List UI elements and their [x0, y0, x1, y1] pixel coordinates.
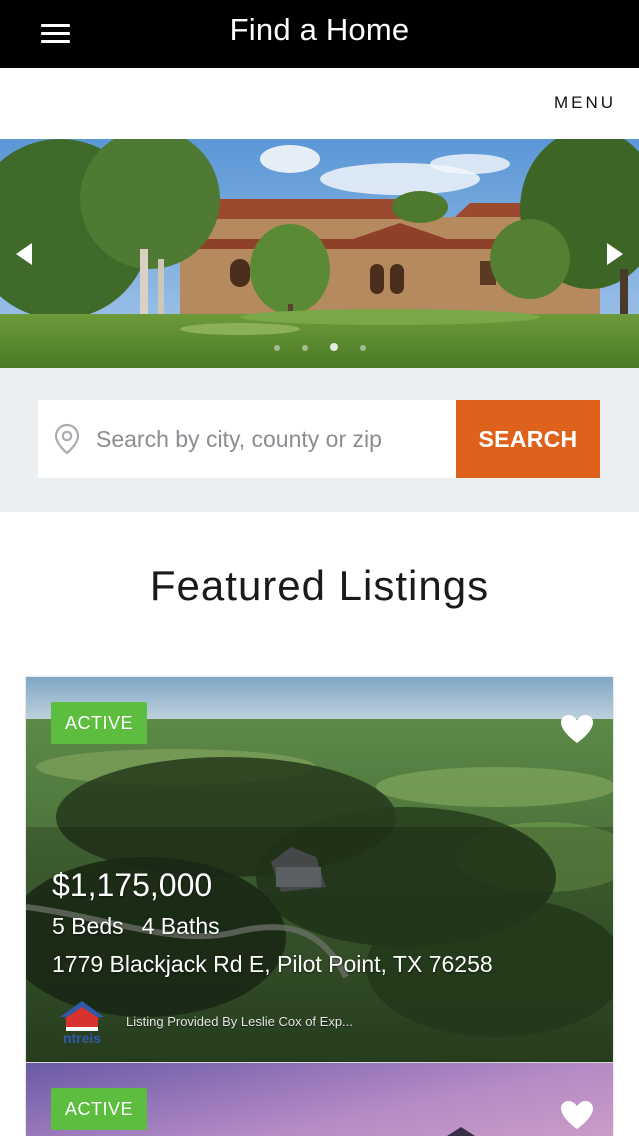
- app-bar: Find a Home: [0, 0, 639, 68]
- menu-link[interactable]: MENU: [554, 93, 616, 113]
- search-box: [38, 400, 456, 478]
- heart-icon[interactable]: [559, 713, 595, 745]
- carousel-dot[interactable]: [301, 345, 308, 351]
- listing-provider: Listing Provided By Leslie Cox of Exp...: [126, 1014, 353, 1029]
- chevron-left-icon[interactable]: [12, 241, 36, 267]
- hero-image: [0, 139, 639, 368]
- heart-icon[interactable]: [559, 1099, 595, 1131]
- ntreis-logo-graphic: ntreis: [60, 1001, 104, 1046]
- search-button[interactable]: SEARCH: [456, 400, 600, 478]
- app-title: Find a Home: [229, 12, 410, 47]
- hero-carousel[interactable]: [0, 139, 639, 368]
- menu-strip: MENU: [0, 68, 639, 139]
- status-badge: ACTIVE: [51, 702, 148, 744]
- status-badge: ACTIVE: [51, 1088, 148, 1130]
- search-area: SEARCH: [0, 368, 639, 512]
- ntreis-logo-text: ntreis: [63, 1030, 101, 1046]
- listing-address: 1779 Blackjack Rd E, Pilot Point, TX 762…: [52, 951, 493, 977]
- carousel-dot[interactable]: [359, 345, 366, 351]
- carousel-dots: [0, 338, 639, 356]
- search-input[interactable]: [96, 400, 451, 478]
- ntreis-logo: ntreis: [50, 997, 114, 1047]
- listing-baths: 4 Baths: [141, 913, 220, 939]
- carousel-dot[interactable]: [273, 345, 280, 351]
- listing-card[interactable]: ACTIVE: [26, 1063, 613, 1136]
- carousel-dot[interactable]: [329, 343, 338, 351]
- listing-price: $1,175,000: [52, 867, 213, 903]
- listing-beds: 5 Beds: [52, 913, 124, 939]
- location-pin-icon: [54, 423, 80, 455]
- chevron-right-icon[interactable]: [603, 241, 627, 267]
- listing-card[interactable]: ACTIVE $1,175,000 5 Beds 4 Baths 1779 Bla…: [26, 677, 613, 1062]
- featured-listings-heading: Featured Listings: [149, 562, 490, 609]
- listing-beds-baths: 5 Beds 4 Baths: [52, 913, 220, 940]
